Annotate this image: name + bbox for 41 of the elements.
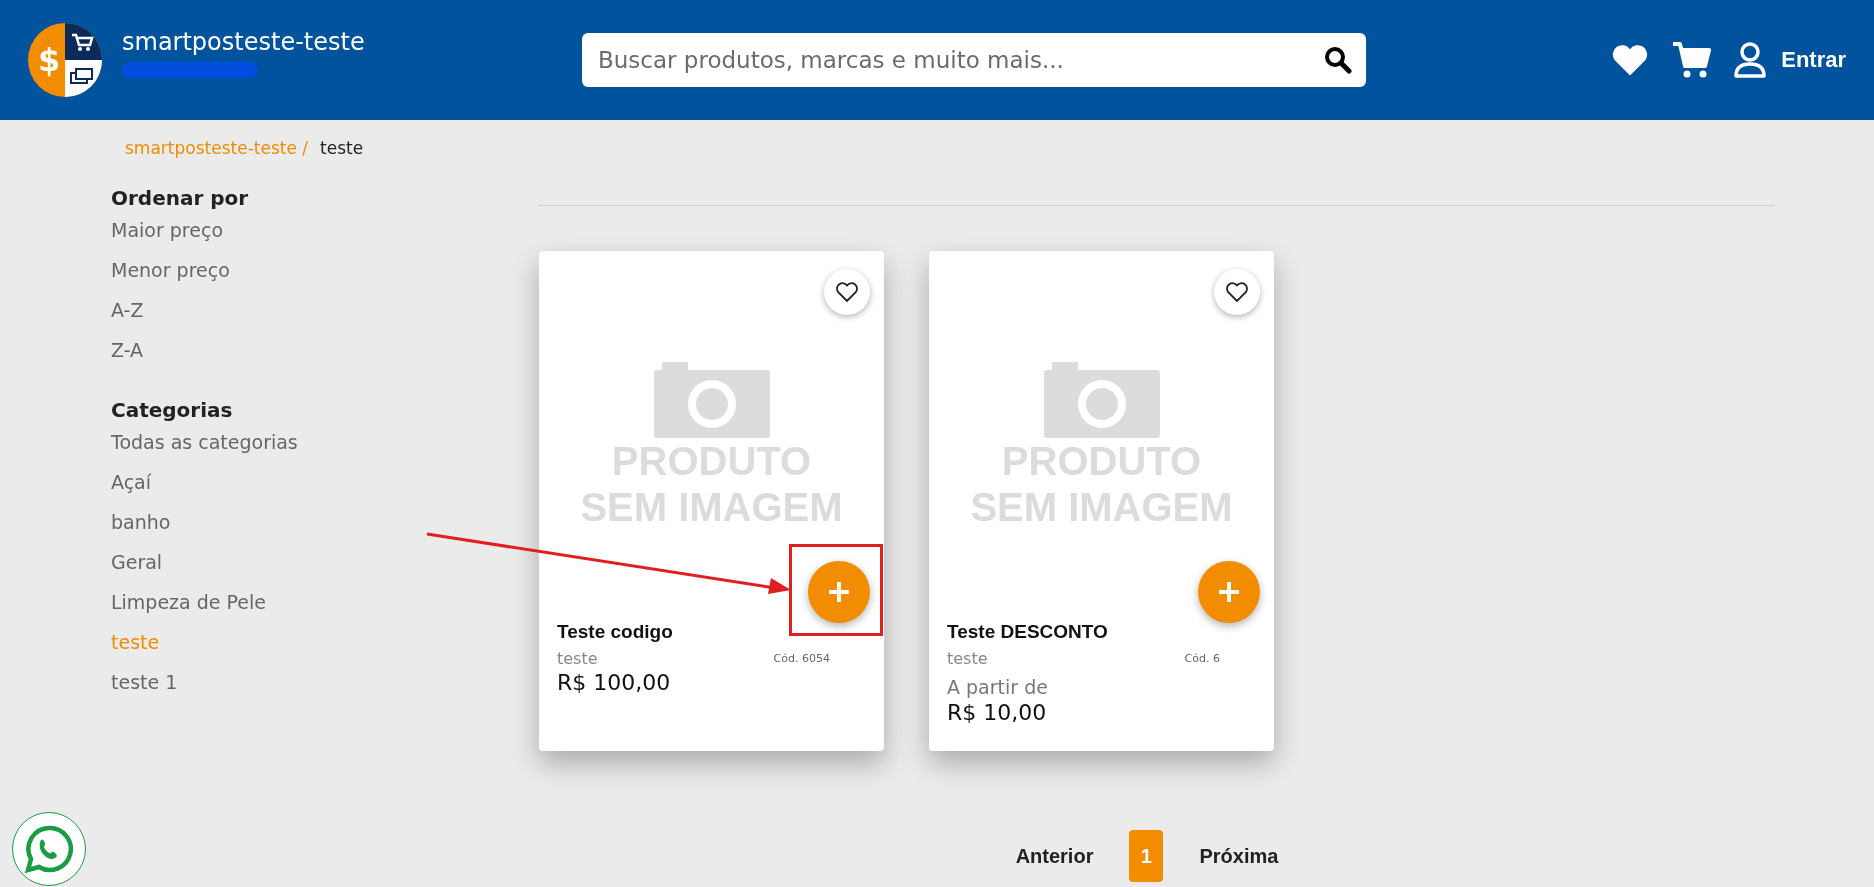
heart-icon[interactable] — [1611, 43, 1650, 77]
search-icon[interactable] — [1324, 46, 1352, 74]
product-code: Cód. 6 — [1184, 652, 1220, 665]
user-icon — [1733, 41, 1768, 79]
plus-icon — [1217, 580, 1241, 604]
next-link[interactable]: Próxima — [1199, 844, 1279, 868]
price-prefix: A partir de — [947, 676, 1049, 698]
cart-icon[interactable] — [1671, 41, 1712, 79]
plus-icon — [827, 580, 851, 604]
category-link[interactable]: teste 1 — [111, 668, 428, 708]
camera-icon — [653, 362, 770, 438]
category-link[interactable]: Limpeza de Pele — [111, 588, 428, 628]
page-link[interactable]: 1 — [1129, 830, 1164, 882]
product-price: R$ 10,00 — [947, 700, 1048, 725]
sort-option[interactable]: Menor preço — [111, 256, 428, 296]
category-link[interactable]: Geral — [111, 548, 428, 588]
product-code: Cód. 6054 — [773, 652, 830, 665]
search-bar[interactable]: Buscar produtos, marcas e muito mais... — [582, 33, 1366, 87]
store-name: smartposteste-teste — [122, 28, 365, 56]
sort-option[interactable]: Z-A — [111, 336, 428, 376]
sort-option[interactable]: A-Z — [111, 296, 428, 336]
category-link[interactable]: Todas as categorias — [111, 428, 428, 468]
product-price: R$ 100,00 — [557, 670, 672, 695]
sort-option[interactable]: Maior preço — [111, 216, 428, 256]
category-link[interactable]: Açaí — [111, 468, 428, 508]
categories-heading: Categorias — [111, 398, 234, 422]
product-name: Teste DESCONTO — [947, 621, 1109, 643]
heart-outline-icon — [1225, 281, 1249, 303]
store-logo-drawing: $ — [28, 23, 102, 97]
breadcrumb-current: teste — [320, 138, 364, 158]
camera-icon — [1043, 362, 1160, 438]
heart-outline-icon — [835, 281, 859, 303]
category-link[interactable]: banho — [111, 508, 428, 548]
login-link[interactable]: Entrar — [1733, 41, 1846, 79]
product-category: teste — [947, 649, 988, 668]
sort-heading: Ordenar por — [111, 186, 250, 210]
previous-link[interactable]: Anterior — [1015, 844, 1094, 868]
favorite-button[interactable] — [1214, 269, 1260, 315]
product-name: Teste codigo — [557, 621, 674, 643]
favorite-button[interactable] — [824, 269, 870, 315]
product-category: teste — [557, 649, 598, 668]
